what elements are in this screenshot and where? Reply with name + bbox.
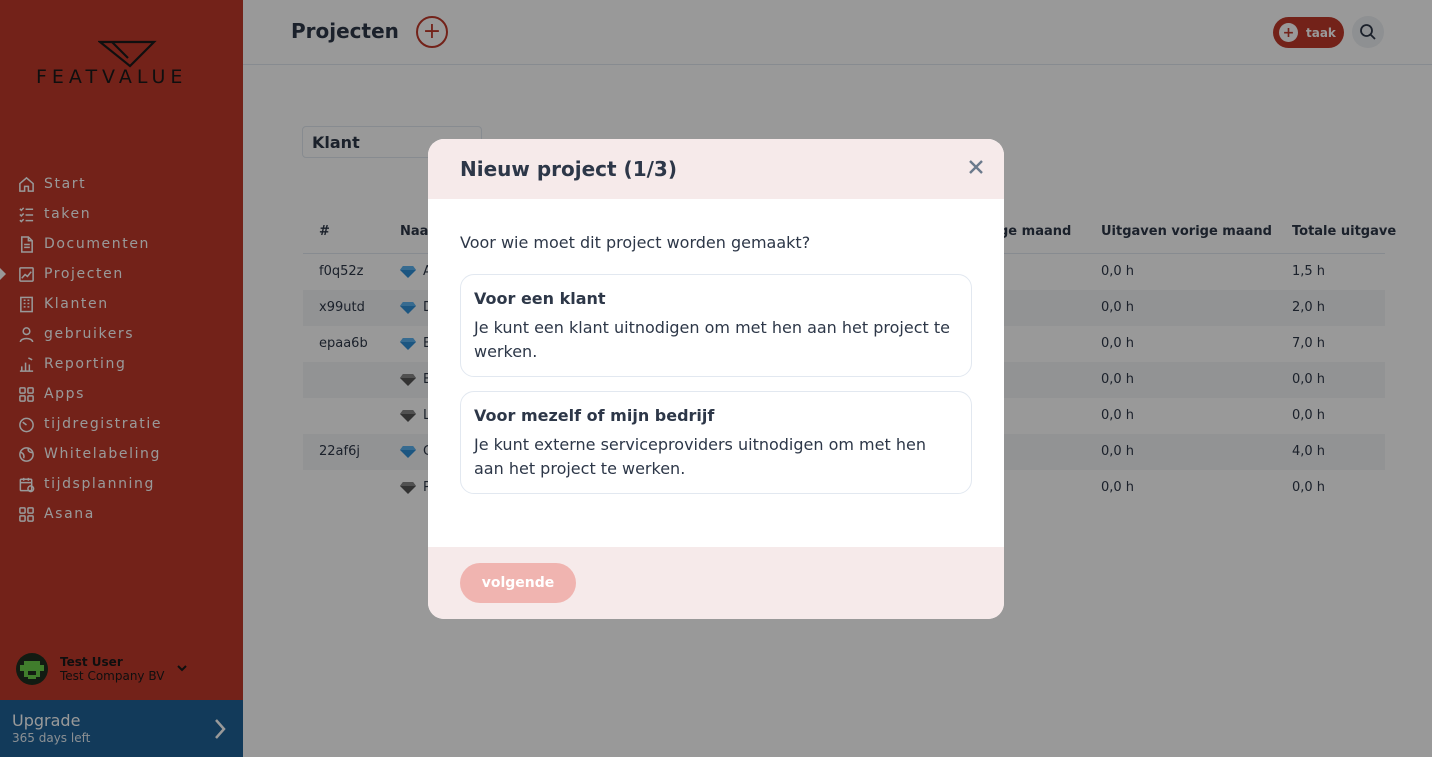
- modal-question: Voor wie moet dit project worden gemaakt…: [460, 233, 811, 252]
- option-for-client[interactable]: Voor een klant Je kunt een klant uitnodi…: [460, 274, 972, 377]
- modal-title: Nieuw project (1/3): [460, 157, 677, 181]
- option-description: Je kunt een klant uitnodigen om met hen …: [474, 318, 950, 361]
- close-icon: [969, 160, 983, 174]
- option-title: Voor een klant: [474, 289, 606, 308]
- modal-header: Nieuw project (1/3): [428, 139, 1004, 199]
- close-button[interactable]: [966, 157, 986, 177]
- next-button[interactable]: volgende: [460, 563, 576, 603]
- modal-footer: volgende: [428, 547, 1004, 619]
- modal-body: Voor wie moet dit project worden gemaakt…: [428, 199, 1004, 547]
- option-for-self[interactable]: Voor mezelf of mijn bedrijf Je kunt exte…: [460, 391, 972, 494]
- option-title: Voor mezelf of mijn bedrijf: [474, 406, 715, 425]
- option-description: Je kunt externe serviceproviders uitnodi…: [474, 435, 926, 478]
- new-project-modal: Nieuw project (1/3) Voor wie moet dit pr…: [428, 139, 1004, 619]
